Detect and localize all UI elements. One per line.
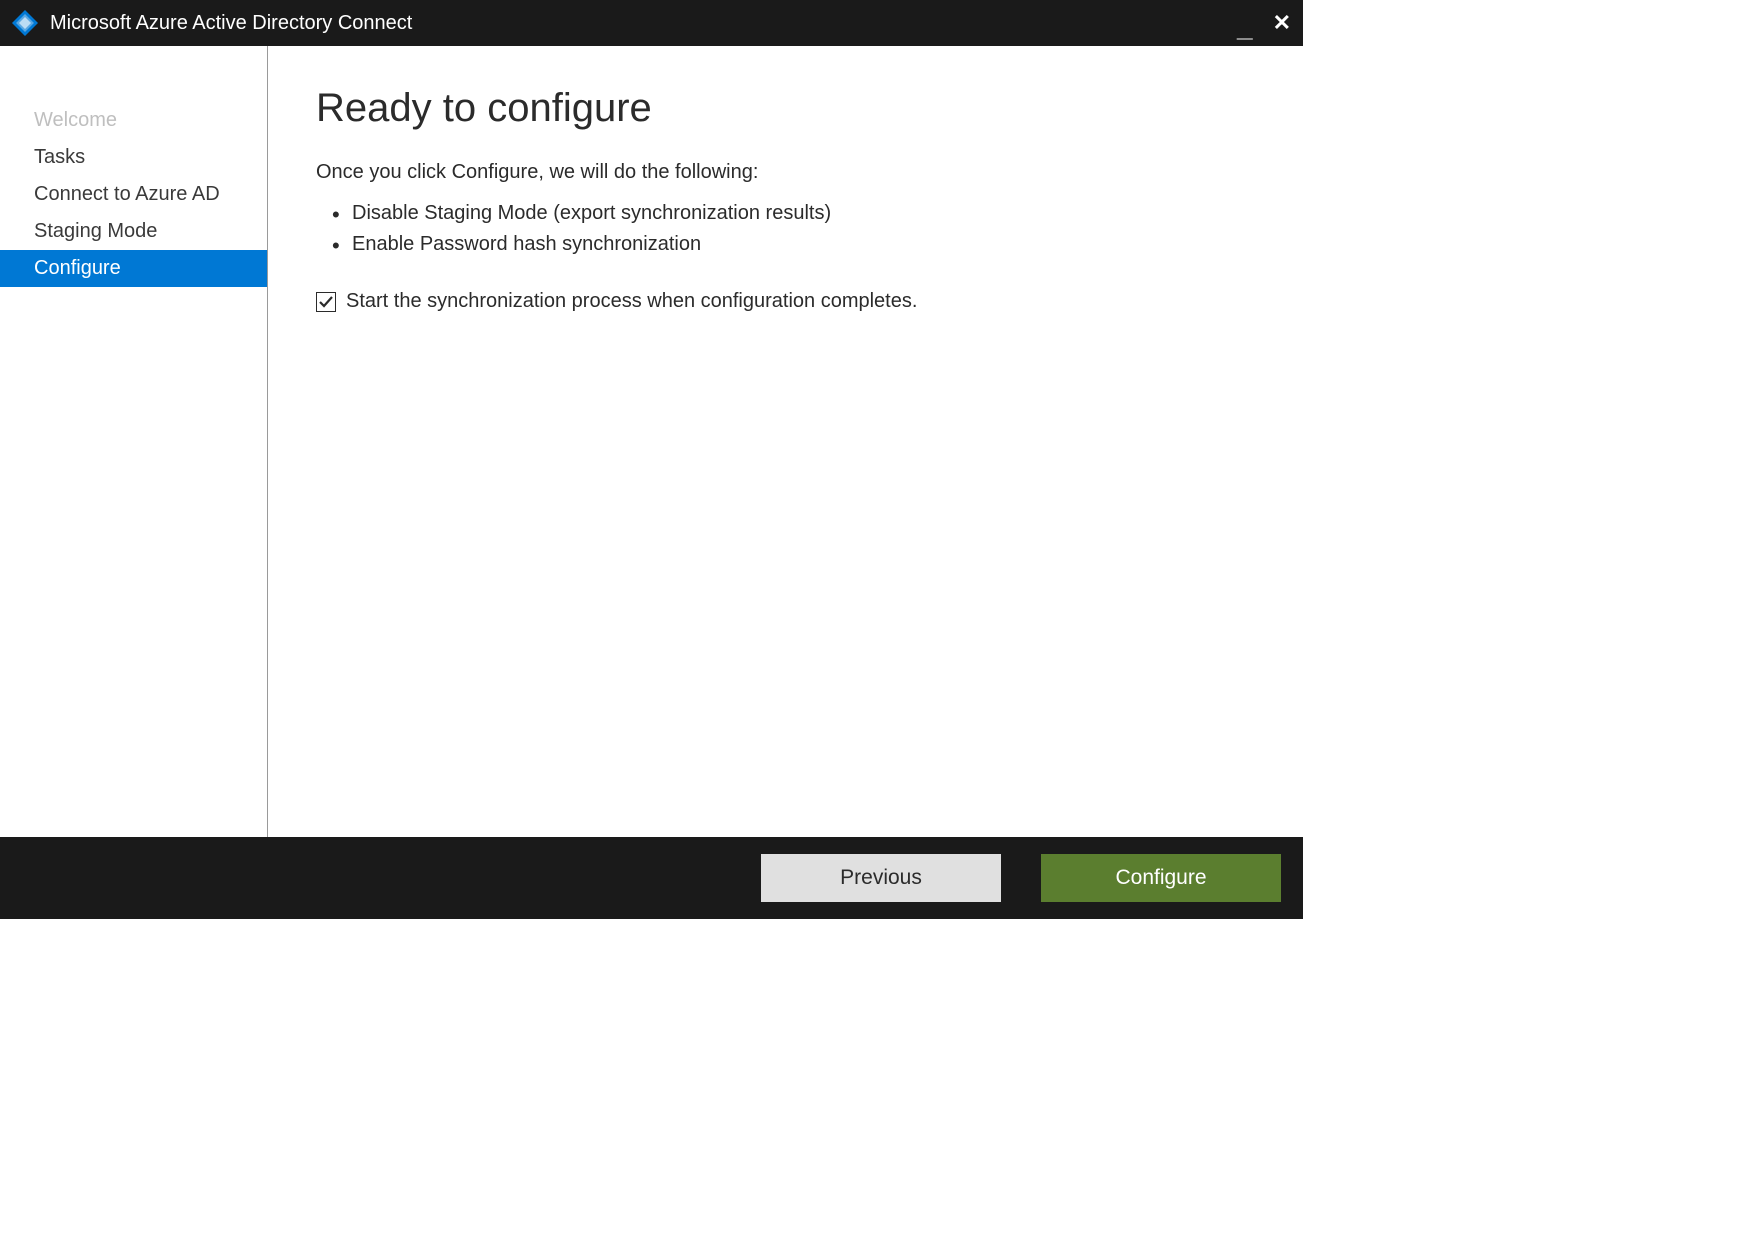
sidebar-item-staging-mode[interactable]: Staging Mode — [0, 213, 267, 250]
body-area: Welcome Tasks Connect to Azure AD Stagin… — [0, 46, 1303, 837]
azure-ad-connect-window: Microsoft Azure Active Directory Connect… — [0, 0, 1303, 919]
previous-button[interactable]: Previous — [761, 854, 1001, 902]
list-item: Disable Staging Mode (export synchroniza… — [352, 198, 1251, 229]
sidebar-item-label: Welcome — [34, 109, 117, 131]
sidebar-item-configure[interactable]: Configure — [0, 250, 267, 287]
sidebar-item-tasks[interactable]: Tasks — [0, 139, 267, 176]
list-item: Enable Password hash synchronization — [352, 229, 1251, 260]
sidebar-item-label: Tasks — [34, 146, 85, 168]
action-list: Disable Staging Mode (export synchroniza… — [316, 198, 1251, 260]
window-controls: _ ✕ — [1237, 9, 1291, 37]
sidebar-nav: Welcome Tasks Connect to Azure AD Stagin… — [0, 46, 268, 837]
sidebar-item-welcome[interactable]: Welcome — [0, 102, 267, 139]
azure-ad-connect-icon — [12, 10, 38, 36]
main-content: Ready to configure Once you click Config… — [268, 46, 1303, 837]
sidebar-item-connect-azure-ad[interactable]: Connect to Azure AD — [0, 176, 267, 213]
window-title: Microsoft Azure Active Directory Connect — [50, 12, 1237, 35]
close-icon[interactable]: ✕ — [1273, 12, 1291, 34]
sidebar-item-label: Configure — [34, 257, 121, 279]
start-sync-checkbox[interactable] — [316, 292, 336, 312]
configure-button[interactable]: Configure — [1041, 854, 1281, 902]
sidebar-item-label: Staging Mode — [34, 220, 157, 242]
start-sync-checkbox-row: Start the synchronization process when c… — [316, 290, 1251, 313]
page-title: Ready to configure — [316, 86, 1251, 131]
minimize-icon[interactable]: _ — [1237, 13, 1253, 41]
check-icon — [319, 295, 333, 309]
titlebar: Microsoft Azure Active Directory Connect… — [0, 0, 1303, 46]
intro-text: Once you click Configure, we will do the… — [316, 161, 1251, 184]
start-sync-checkbox-label: Start the synchronization process when c… — [346, 290, 917, 313]
sidebar-item-label: Connect to Azure AD — [34, 183, 220, 205]
footer-bar: Previous Configure — [0, 837, 1303, 919]
